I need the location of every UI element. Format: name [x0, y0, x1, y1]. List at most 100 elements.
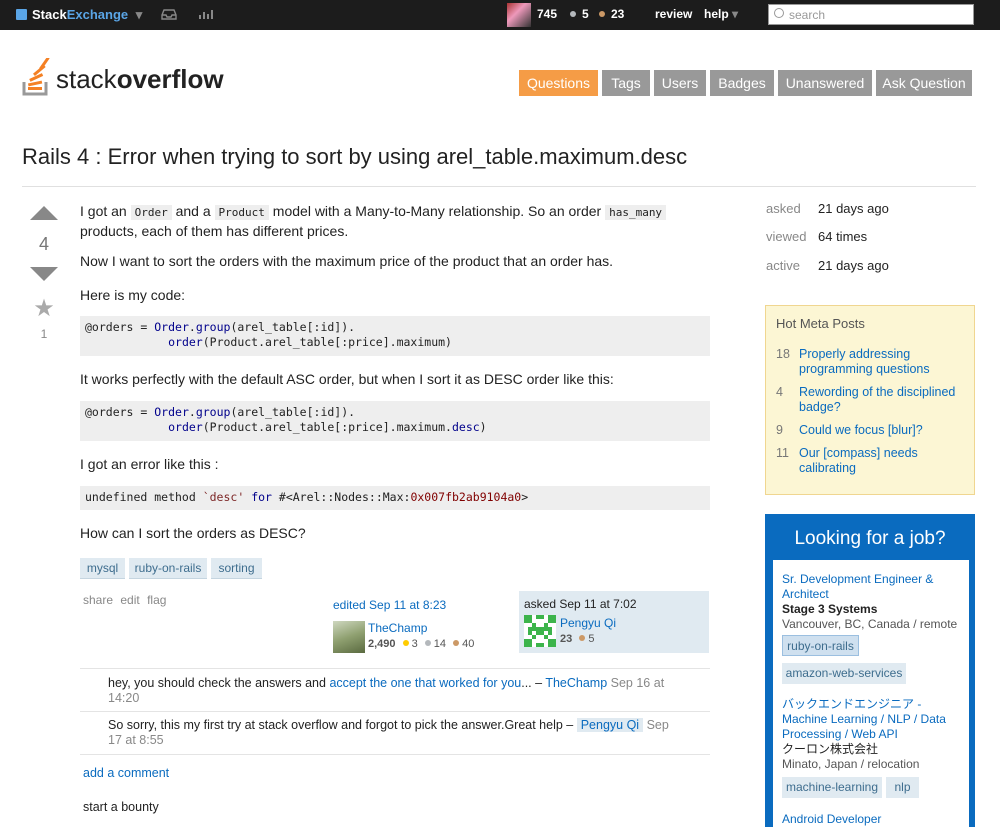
asker-rep-value: 23 — [560, 633, 573, 645]
share-link[interactable]: share — [83, 593, 113, 607]
code-text: (arel_table[:id]). — [230, 320, 356, 334]
edit-link[interactable]: edit — [120, 593, 139, 607]
job-item: Android Developer — [782, 812, 962, 827]
code-text: > — [521, 490, 529, 504]
code-block-1: @orders = Order.group(arel_table[:id]). … — [80, 316, 710, 356]
stackexchange-menu[interactable]: StackExchange ▾ — [16, 7, 142, 23]
search-input[interactable]: search — [768, 4, 974, 25]
p1-text-a: I got an — [80, 203, 131, 219]
asked-timestamp: asked Sep 11 at 7:02 — [524, 597, 637, 611]
comment-2: So sorry, this my first try at stack ove… — [108, 718, 678, 748]
job-item: Sr. Development Engineer & Architect Sta… — [782, 572, 962, 632]
comment-text: hey, you should check the answers and — [108, 676, 330, 690]
asker-reputation: 23 5 — [560, 633, 594, 645]
code-block-3: undefined method `desc' for #<Arel::Node… — [80, 486, 710, 510]
inbox-icon[interactable] — [161, 8, 177, 23]
review-link[interactable]: review — [655, 7, 692, 21]
logo-text-overflow: overflow — [116, 64, 224, 94]
nav-ask-question[interactable]: Ask Question — [876, 70, 972, 96]
chevron-down-icon: ▾ — [135, 7, 143, 22]
p1-text-b: and a — [171, 203, 215, 219]
comment-link[interactable]: accept the one that worked for you — [329, 676, 521, 690]
silver-badge-icon — [424, 640, 431, 646]
code-block-2: @orders = Order.group(arel_table[:id]). … — [80, 401, 710, 441]
job-title[interactable]: Android Developer — [782, 812, 962, 827]
question-title[interactable]: Rails 4 : Error when trying to sort by u… — [22, 144, 687, 170]
post-paragraph-3: Here is my code: — [80, 287, 186, 303]
job-location: Minato, Japan / relocation — [782, 757, 920, 771]
asker-bronze: 5 — [588, 633, 595, 645]
hot-meta-score: 4 — [776, 385, 783, 399]
bronze-badge-icon — [599, 11, 605, 17]
hot-meta-link[interactable]: Could we focus [blur]? — [799, 423, 967, 438]
tag-ruby-on-rails[interactable]: ruby-on-rails — [129, 558, 207, 579]
comment-divider — [80, 711, 710, 712]
asker-avatar[interactable] — [524, 615, 556, 647]
code-text: #<Arel::Nodes::Max: — [271, 490, 411, 504]
editor-avatar[interactable] — [333, 621, 365, 653]
tag-sorting[interactable]: sorting — [211, 558, 262, 579]
job-tag[interactable]: nlp — [886, 777, 919, 798]
job-company: Stage 3 Systems — [782, 602, 878, 616]
post-paragraph-4: It works perfectly with the default ASC … — [80, 371, 614, 387]
code-text: (Product.arel_table[:price].maximum. — [202, 420, 452, 434]
user-avatar[interactable] — [507, 3, 531, 27]
downvote-arrow-icon[interactable] — [30, 267, 58, 281]
hot-meta-link[interactable]: Our [compass] needs calibrating — [799, 446, 967, 476]
upvote-arrow-icon[interactable] — [30, 206, 58, 220]
code-keyword: order — [168, 420, 203, 434]
hot-meta-score: 11 — [776, 446, 789, 460]
post-paragraph-2: Now I want to sort the orders with the m… — [80, 253, 614, 269]
bronze-badge-icon — [453, 640, 460, 646]
tag-mysql[interactable]: mysql — [80, 558, 125, 579]
search-icon — [774, 8, 784, 18]
asker-name[interactable]: Pengyu Qi — [560, 616, 616, 630]
help-menu[interactable]: help ▾ — [704, 7, 738, 21]
comment-user[interactable]: Pengyu Qi — [576, 718, 644, 732]
help-label: help — [704, 7, 729, 21]
add-comment-link[interactable]: add a comment — [83, 766, 169, 780]
gold-badge-icon — [402, 640, 409, 646]
jobs-title[interactable]: Looking for a job? — [765, 528, 975, 550]
nav-tags[interactable]: Tags — [602, 70, 650, 96]
editor-gold: 3 — [411, 638, 418, 650]
nav-users[interactable]: Users — [654, 70, 706, 96]
code-string: `desc' — [202, 490, 245, 504]
nav-badges[interactable]: Badges — [710, 70, 774, 96]
flag-link[interactable]: flag — [147, 593, 166, 607]
code-text: (Product.arel_table[:price].maximum) — [202, 335, 452, 349]
job-title[interactable]: バックエンドエンジニア - Machine Learning / NLP / D… — [782, 697, 962, 742]
job-tag[interactable]: ruby-on-rails — [782, 635, 859, 656]
start-bounty-link[interactable]: start a bounty — [83, 800, 159, 814]
silver-badge-count: 5 — [570, 7, 589, 21]
stat-active-value[interactable]: 21 days ago — [818, 258, 889, 273]
code-literal: 0x007fb2ab9104a0 — [410, 490, 522, 504]
hot-meta-score: 9 — [776, 423, 783, 437]
favorite-star-icon[interactable]: ★ — [30, 294, 58, 323]
stat-asked-value: 21 days ago — [818, 201, 889, 216]
hot-meta-link[interactable]: Properly addressing programming question… — [799, 347, 967, 377]
nav-unanswered[interactable]: Unanswered — [778, 70, 872, 96]
achievements-icon[interactable] — [198, 8, 214, 23]
code-text: . — [188, 405, 196, 419]
title-divider — [22, 186, 976, 187]
job-tag[interactable]: machine-learning — [782, 777, 882, 798]
silver-badge-icon — [570, 11, 576, 17]
job-title[interactable]: Sr. Development Engineer & Architect — [782, 572, 962, 602]
comment-text: So sorry, this my first try at stack ove… — [108, 718, 577, 732]
hot-meta-link[interactable]: Rewording of the disciplined badge? — [799, 385, 967, 415]
job-tag[interactable]: amazon-web-services — [782, 663, 906, 684]
user-reputation[interactable]: 745 — [537, 7, 557, 21]
identicon-icon — [524, 615, 556, 647]
comment-1: hey, you should check the answers and ac… — [108, 676, 678, 706]
edited-timestamp[interactable]: edited Sep 11 at 8:23 — [333, 598, 513, 612]
hot-meta-posts: Hot Meta Posts 18 Properly addressing pro… — [765, 305, 975, 495]
code-keyword: Order — [154, 320, 189, 334]
comment-user[interactable]: TheChamp — [545, 676, 607, 690]
editor-rep-value: 2,490 — [368, 638, 396, 650]
editor-name[interactable]: TheChamp — [368, 621, 427, 635]
nav-questions[interactable]: Questions — [519, 70, 598, 96]
inline-code-order: Order — [130, 205, 172, 220]
